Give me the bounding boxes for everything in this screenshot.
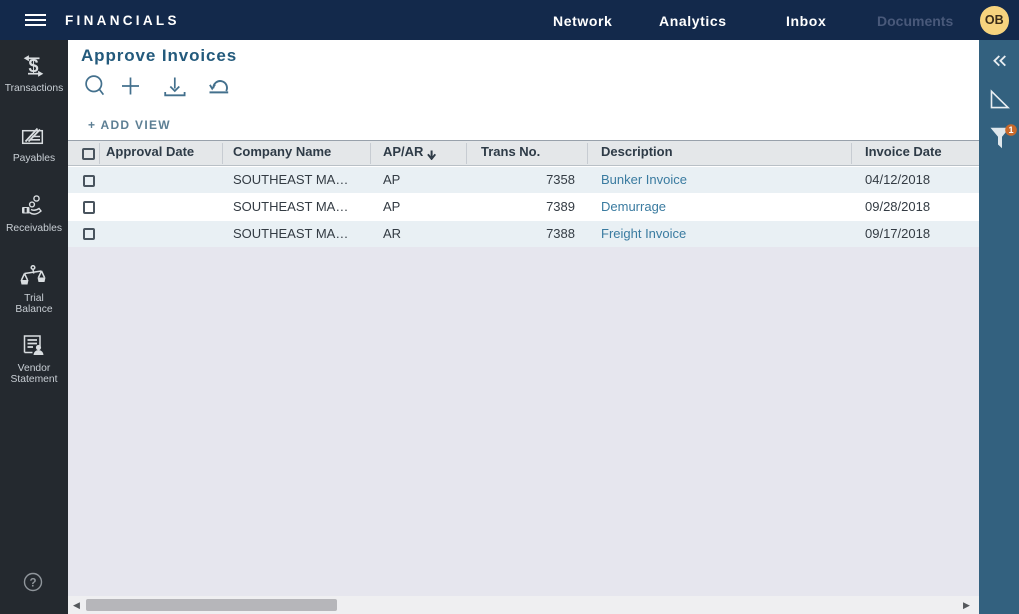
svg-text:1: 1	[1008, 125, 1013, 135]
svg-text:?: ?	[29, 578, 36, 590]
